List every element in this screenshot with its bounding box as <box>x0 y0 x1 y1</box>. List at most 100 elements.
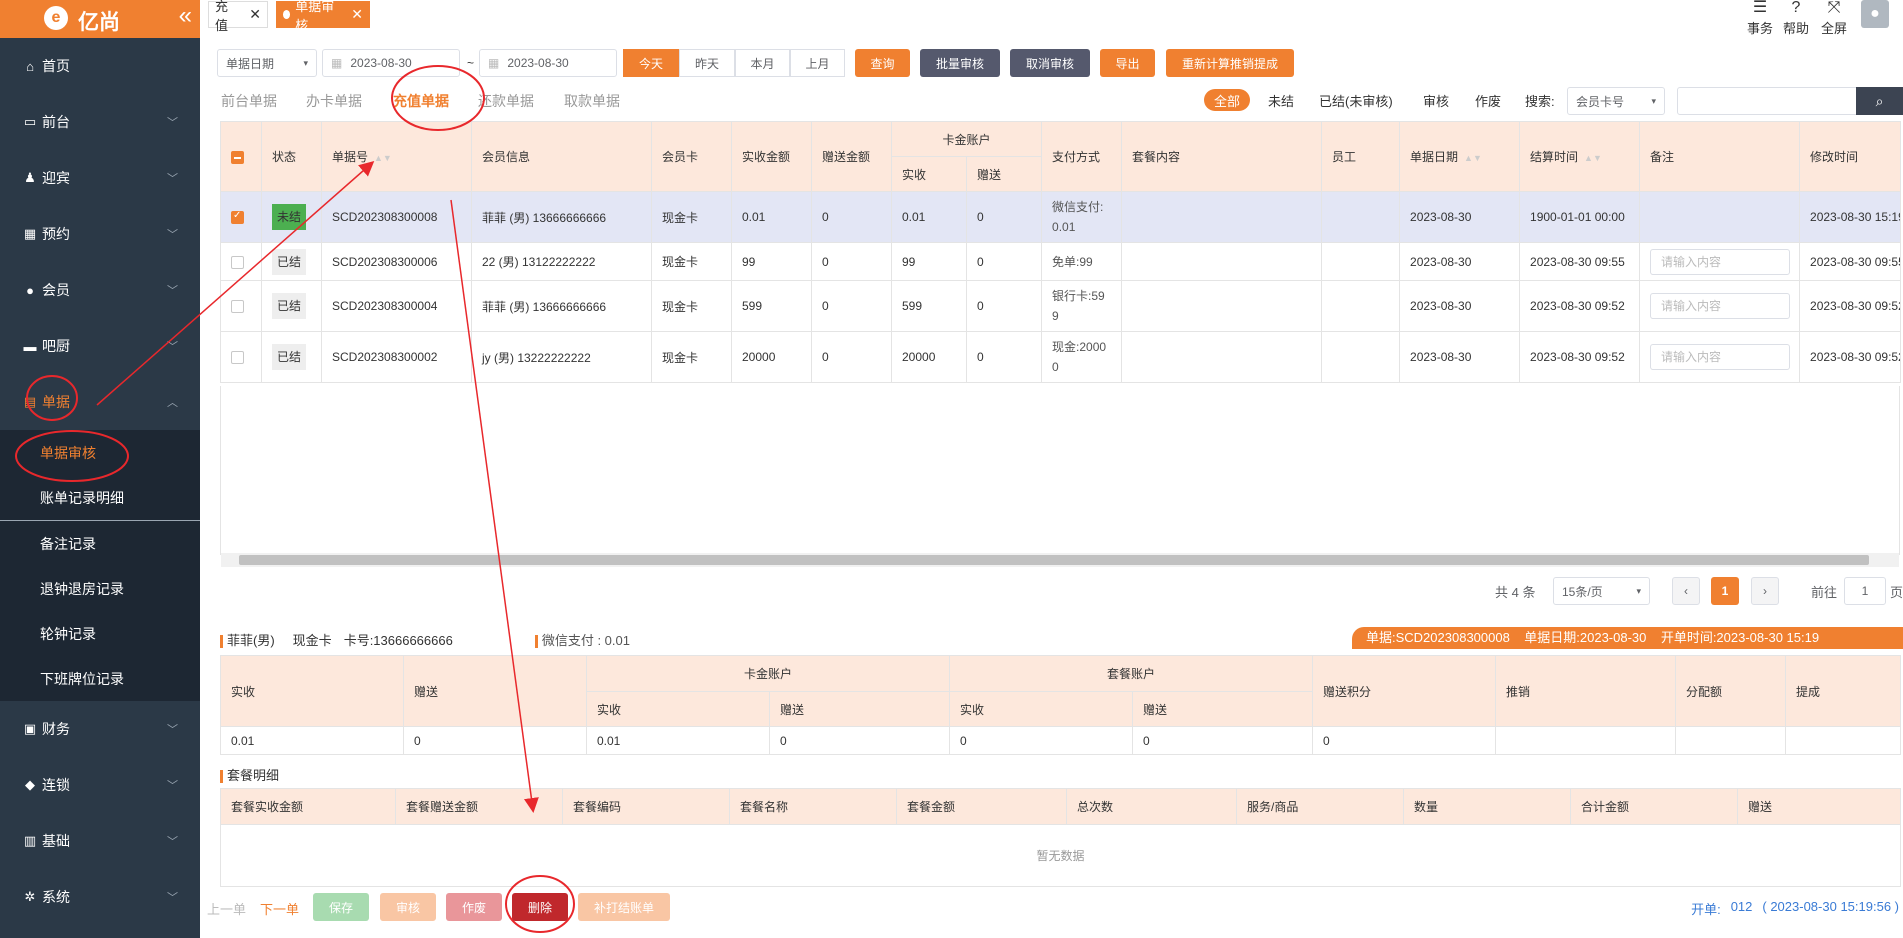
status-cell: 未结 <box>261 191 322 243</box>
range-this-month[interactable]: 本月 <box>735 49 790 77</box>
subtab-withdrawal[interactable]: 取款单据 <box>564 91 620 111</box>
fullscreen-button[interactable]: ⤧ 全屏 <box>1819 0 1849 37</box>
submenu-item[interactable]: 单据审核 <box>0 430 200 475</box>
sort-icon[interactable]: ▲▼ <box>1584 153 1602 163</box>
subtab-front-desk[interactable]: 前台单据 <box>221 91 277 111</box>
submenu-item[interactable]: 退钟退房记录 <box>0 566 200 611</box>
sidebar-item-reception[interactable]: ♟ 迎宾 ﹀ <box>0 150 200 206</box>
date-to-input[interactable]: ▦ 2023-08-30 <box>479 49 617 77</box>
table-row[interactable]: 已结 SCD202308300002 jy (男) 13222222222 现金卡 20… <box>220 331 1902 383</box>
search-input[interactable] <box>1677 87 1857 115</box>
detail-card-no: 卡号:13666666666 <box>343 633 453 648</box>
row-checkbox[interactable] <box>231 255 244 269</box>
detail-col-card-gift: 赠送 <box>768 691 951 727</box>
close-icon[interactable]: ✕ <box>249 6 261 23</box>
member-card: 现金卡 <box>651 280 732 332</box>
remark-input[interactable]: 请输入内容 <box>1650 293 1791 319</box>
filter-audited[interactable]: 审核 <box>1423 89 1449 111</box>
submenu-item[interactable]: 轮钟记录 <box>0 611 200 656</box>
submenu-item[interactable]: 备注记录 <box>0 521 200 566</box>
filter-settled-unaudited[interactable]: 已结(未审核) <box>1319 89 1393 111</box>
subtab-repayment[interactable]: 还款单据 <box>478 91 534 111</box>
submenu-item[interactable]: 下班牌位记录 <box>0 656 200 701</box>
tab-document-audit[interactable]: 单据审核 ✕ <box>276 0 370 33</box>
sidebar-item-user[interactable]: ● 会员 ﹀ <box>0 262 200 318</box>
chevron-down-icon: ﹀ <box>167 341 178 353</box>
page-size-select[interactable]: 15条/页 ▾ <box>1553 577 1650 605</box>
sidebar-item-kitchen[interactable]: ▬ 吧厨 ﹀ <box>0 318 200 374</box>
monitor-icon: ▭ <box>23 114 37 129</box>
subtab-recharge[interactable]: 充值单据 <box>393 91 449 111</box>
cancel-audit-button[interactable]: 取消审核 <box>1010 49 1090 77</box>
filter-void[interactable]: 作废 <box>1475 89 1501 111</box>
date-type-select[interactable]: 单据日期 ▾ <box>217 49 317 77</box>
next-document-link[interactable]: 下一单 <box>260 899 299 918</box>
table-row[interactable]: 已结 SCD202308300004 菲菲 (男) 13666666666 现金卡 59… <box>220 280 1902 332</box>
row-checkbox[interactable] <box>231 351 244 365</box>
sidebar-item-home[interactable]: ⌂ 首页 <box>0 38 200 94</box>
date-from-input[interactable]: ▦ 2023-08-30 <box>322 49 460 77</box>
row-select-cell[interactable] <box>220 191 262 243</box>
sidebar-item-chain[interactable]: ◆ 连锁 ﹀ <box>0 757 200 813</box>
submenu-item[interactable]: 账单记录明细 <box>0 475 200 520</box>
col-document-no[interactable]: 单据号 ▲▼ <box>321 121 472 192</box>
batch-audit-button[interactable]: 批量审核 <box>920 49 1000 77</box>
save-button[interactable]: 保存 <box>313 893 369 921</box>
range-yesterday[interactable]: 昨天 <box>679 49 735 77</box>
sidebar-item-finance[interactable]: ▣ 财务 ﹀ <box>0 701 200 757</box>
horizontal-scrollbar[interactable] <box>221 553 1899 567</box>
collapse-sidebar-icon[interactable]: « <box>179 2 192 30</box>
audit-button[interactable]: 审核 <box>380 893 436 921</box>
col-settle-time[interactable]: 结算时间 ▲▼ <box>1519 121 1641 192</box>
close-icon[interactable]: ✕ <box>351 6 363 23</box>
col-document-date[interactable]: 单据日期 ▲▼ <box>1399 121 1521 192</box>
reprint-bill-button[interactable]: 补打结账单 <box>578 893 670 921</box>
tab-recharge[interactable]: 充值 ✕ <box>208 0 268 33</box>
goto-page-input[interactable]: 1 <box>1844 577 1886 605</box>
table-row[interactable]: 未结SCD202308300008菲菲 (男) 13666666666现金卡0.… <box>220 191 1902 243</box>
sidebar-item-gear[interactable]: ✲ 系统 ﹀ <box>0 869 200 925</box>
help-button[interactable]: ? 帮助 <box>1781 0 1811 37</box>
recalc-commission-button[interactable]: 重新计算推销提成 <box>1166 49 1294 77</box>
sidebar-item-monitor[interactable]: ▭ 前台 ﹀ <box>0 94 200 150</box>
row-checkbox[interactable] <box>231 300 244 314</box>
row-select-cell[interactable] <box>220 331 262 383</box>
range-today[interactable]: 今天 <box>623 49 679 77</box>
remark-input[interactable]: 请输入内容 <box>1650 248 1791 275</box>
next-page-button[interactable]: › <box>1751 577 1779 605</box>
tasks-button[interactable]: ☰ 事务 <box>1745 0 1775 37</box>
date-to-value: 2023-08-30 <box>507 56 569 70</box>
base-icon: ▥ <box>23 833 37 848</box>
staff <box>1321 242 1401 281</box>
row-select-cell[interactable] <box>220 280 262 332</box>
search-field-select[interactable]: 会员卡号 ▾ <box>1567 87 1665 115</box>
brand-name: 亿尚 <box>78 11 120 34</box>
void-button[interactable]: 作废 <box>446 893 502 921</box>
subtab-card-issue[interactable]: 办卡单据 <box>306 91 362 111</box>
search-button[interactable]: ⌕ <box>1856 87 1903 115</box>
filter-all[interactable]: 全部 <box>1204 89 1251 111</box>
sidebar-item-base[interactable]: ▥ 基础 ﹀ <box>0 813 200 869</box>
remark-input[interactable]: 请输入内容 <box>1650 344 1791 370</box>
sidebar-item-document[interactable]: ▤ 单据 ︿ <box>0 374 200 430</box>
query-button[interactable]: 查询 <box>855 49 910 77</box>
prev-page-button[interactable]: ‹ <box>1672 577 1700 605</box>
scrollbar-thumb[interactable] <box>239 555 1869 565</box>
row-checkbox[interactable] <box>231 210 244 225</box>
select-all-checkbox[interactable] <box>231 150 244 164</box>
select-all-cell[interactable] <box>220 121 262 192</box>
gift-amount: 0 <box>811 242 892 281</box>
page-1-button[interactable]: 1 <box>1711 577 1739 605</box>
sidebar-item-calendar[interactable]: ▦ 预约 ﹀ <box>0 206 200 262</box>
range-last-month[interactable]: 上月 <box>790 49 845 77</box>
help-label: 帮助 <box>1782 21 1809 36</box>
filter-open[interactable]: 未结 <box>1268 89 1294 111</box>
delete-button[interactable]: 删除 <box>512 893 568 921</box>
sort-icon[interactable]: ▲▼ <box>374 153 392 163</box>
row-select-cell[interactable] <box>220 242 262 281</box>
prev-document-link[interactable]: 上一单 <box>207 899 246 918</box>
avatar[interactable]: ● <box>1861 0 1889 28</box>
export-button[interactable]: 导出 <box>1100 49 1155 77</box>
table-row[interactable]: 已结 SCD202308300006 22 (男) 13122222222 现金卡 99… <box>220 242 1902 281</box>
sort-icon[interactable]: ▲▼ <box>1464 153 1482 163</box>
